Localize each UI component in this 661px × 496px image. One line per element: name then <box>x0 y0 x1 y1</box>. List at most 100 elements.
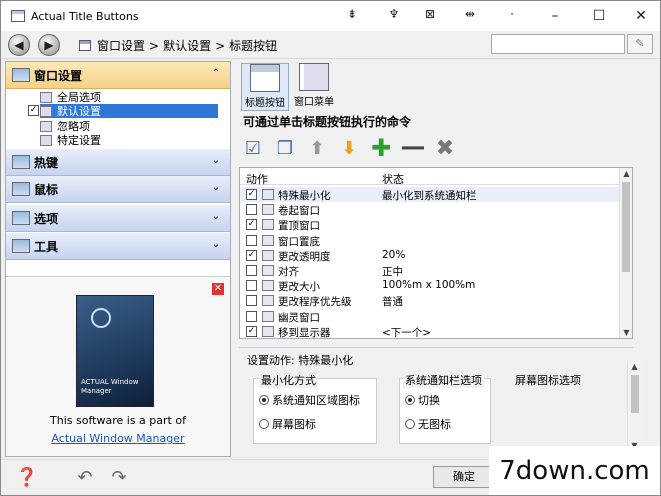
table-row[interactable]: ✓ 特殊最小化 最小化到系统通知栏 <box>240 187 620 202</box>
title-bar[interactable]: Actual Title Buttons ⇟ ♆ ⊠ ⇹ · – ☐ ✕ <box>1 1 660 31</box>
app-window: Actual Title Buttons ⇟ ♆ ⊠ ⇹ · – ☐ ✕ ◀ ▶… <box>0 0 661 496</box>
radio-screen-icon[interactable]: 屏幕图标 <box>259 416 316 432</box>
command-icon <box>262 325 274 337</box>
tab-window-menu[interactable]: 窗口菜单 <box>291 63 337 111</box>
table-row[interactable]: ✓ 置顶窗口 <box>240 217 620 232</box>
radio-label: 无图标 <box>418 418 451 431</box>
column-header-status[interactable]: 状态 <box>382 171 404 187</box>
radio-toggle[interactable]: 切换 <box>405 392 440 408</box>
sidebar-item-ignore[interactable]: 忽略项 <box>40 119 90 133</box>
delete-icon[interactable]: ✖ <box>433 136 457 161</box>
table-row[interactable]: 更改大小 100%m x 100%m <box>240 278 620 293</box>
scroll-thumb[interactable] <box>631 375 639 413</box>
product-box-image: ACTUAL Window Manager <box>76 295 154 407</box>
row-checkbox[interactable]: ✓ <box>246 189 257 200</box>
list-scrollbar[interactable]: ▲ ▼ <box>619 168 632 338</box>
tray-options-title: 系统通知栏选项 <box>403 372 484 388</box>
row-checkbox[interactable] <box>246 204 257 216</box>
ok-button[interactable]: 确定 <box>433 466 495 488</box>
ad-link[interactable]: Actual Window Manager <box>6 432 230 445</box>
row-action: 置顶窗口 <box>278 220 320 233</box>
group-options[interactable]: 选项 ⌄ <box>6 205 230 232</box>
radio-dot <box>405 419 415 429</box>
undo-icon[interactable]: ↶ <box>73 466 97 488</box>
action-settings-title: 设置动作: 特殊最小化 <box>247 354 354 367</box>
group-label: 选项 <box>34 211 59 226</box>
table-row[interactable]: 幽灵窗口 <box>240 309 620 324</box>
move-to-monitor-icon[interactable]: ⇹ <box>459 7 481 21</box>
tab-title-buttons[interactable]: 标题按钮 <box>241 63 289 111</box>
crumb-default-settings[interactable]: 默认设置 <box>163 37 211 54</box>
group-window-settings[interactable]: 窗口设置 ⌃ <box>6 62 230 89</box>
table-row[interactable]: ✓ 更改透明度 20% <box>240 248 620 263</box>
chevron-down-icon: ⌄ <box>211 239 220 250</box>
help-icon[interactable]: ❓ <box>15 466 39 488</box>
search-input[interactable] <box>491 34 625 54</box>
group-tools[interactable]: 工具 ⌄ <box>6 233 230 260</box>
add-check-icon[interactable]: ☑ <box>241 136 265 160</box>
close-button[interactable]: ✕ <box>621 1 660 31</box>
chevron-down-icon: ⌄ <box>211 182 220 193</box>
commands-list[interactable]: 动作 状态 ✓ 特殊最小化 最小化到系统通知栏 卷起窗口 ✓ 置顶窗口 窗口置底 ✓ 更改透明度… <box>239 167 633 339</box>
search-button[interactable]: ✎ <box>627 34 653 54</box>
radio-label: 屏幕图标 <box>272 418 316 431</box>
crumb-title-buttons[interactable]: 标题按钮 <box>229 37 277 54</box>
settings-scrollbar[interactable]: ▲ ▼ <box>627 361 641 451</box>
group-label: 鼠标 <box>34 182 59 197</box>
ad-box: ✕ ACTUAL Window Manager This software is… <box>6 276 230 456</box>
table-row[interactable]: 卷起窗口 <box>240 202 620 217</box>
forward-button[interactable]: ▶ <box>38 34 60 56</box>
row-checkbox[interactable]: ✓ <box>246 325 257 337</box>
rollup-icon[interactable]: ♆ <box>383 7 405 21</box>
crumb-window-settings[interactable]: 窗口设置 <box>97 37 145 54</box>
group-label: 窗口设置 <box>34 68 83 83</box>
row-checkbox[interactable]: ✓ <box>246 219 257 231</box>
maximize-button[interactable]: ☐ <box>579 1 619 31</box>
down-arrow-icon[interactable]: ⬇ <box>337 136 361 160</box>
row-checkbox[interactable] <box>246 295 257 307</box>
window-settings-icon <box>12 68 30 82</box>
back-button[interactable]: ◀ <box>8 34 30 56</box>
redo-icon[interactable]: ↷ <box>107 466 131 488</box>
scroll-thumb[interactable] <box>622 182 630 272</box>
radio-no-icon[interactable]: 无图标 <box>405 416 451 432</box>
separator-icon[interactable]: ━━ <box>401 136 425 160</box>
minimize-button[interactable]: – <box>535 1 575 31</box>
minimize-to-tray-icon[interactable]: ⊠ <box>419 7 441 21</box>
left-panel: 窗口设置 ⌃ 全局选项 ✓ 默认设置 忽略项 特定设置 热键 ⌄ 鼠标 ⌄ 选项… <box>5 61 231 457</box>
table-row[interactable]: ✓ 移到显示器 <下一个> <box>240 324 620 339</box>
scroll-up-icon[interactable]: ▲ <box>628 362 641 371</box>
row-checkbox[interactable]: ✓ <box>246 249 257 261</box>
scroll-down-icon[interactable]: ▼ <box>620 328 633 337</box>
command-icon <box>262 249 274 261</box>
up-arrow-icon[interactable]: ⬆ <box>305 136 329 160</box>
row-checkbox[interactable] <box>246 310 257 322</box>
screen-icon-options-title: 屏幕图标选项 <box>515 374 581 387</box>
table-row[interactable]: 更改程序优先级 普通 <box>240 293 620 308</box>
copy-icon[interactable]: ❐ <box>273 136 297 160</box>
row-action: 更改程序优先级 <box>278 296 352 309</box>
table-row[interactable]: 对齐 正中 <box>240 263 620 278</box>
row-checkbox[interactable] <box>246 234 257 246</box>
pin-icon[interactable]: ⇟ <box>341 7 363 21</box>
row-action: 更改大小 <box>278 281 320 294</box>
row-status: 正中 <box>382 266 403 278</box>
minimize-icon-small[interactable]: · <box>501 7 523 21</box>
row-checkbox[interactable] <box>246 265 257 276</box>
title-buttons-icon <box>250 64 280 92</box>
scroll-up-icon[interactable]: ▲ <box>620 169 633 178</box>
tools-icon <box>12 239 30 253</box>
group-hotkeys[interactable]: 热键 ⌄ <box>6 149 230 176</box>
group-label: 工具 <box>34 239 59 254</box>
row-checkbox[interactable] <box>246 280 257 292</box>
table-row[interactable]: 窗口置底 <box>240 233 620 248</box>
sidebar-item-default-settings[interactable]: 默认设置 <box>40 104 218 118</box>
sidebar-item-global-options[interactable]: 全局选项 <box>40 90 101 104</box>
radio-tray-icon[interactable]: 系统通知区域图标 <box>259 392 360 408</box>
default-settings-checkbox[interactable]: ✓ <box>28 105 39 116</box>
group-mouse[interactable]: 鼠标 ⌄ <box>6 176 230 203</box>
plus-icon[interactable]: ✚ <box>369 134 393 162</box>
column-header-action[interactable]: 动作 <box>246 171 268 187</box>
close-icon[interactable]: ✕ <box>212 283 224 295</box>
sidebar-item-specific-settings[interactable]: 特定设置 <box>40 133 101 147</box>
